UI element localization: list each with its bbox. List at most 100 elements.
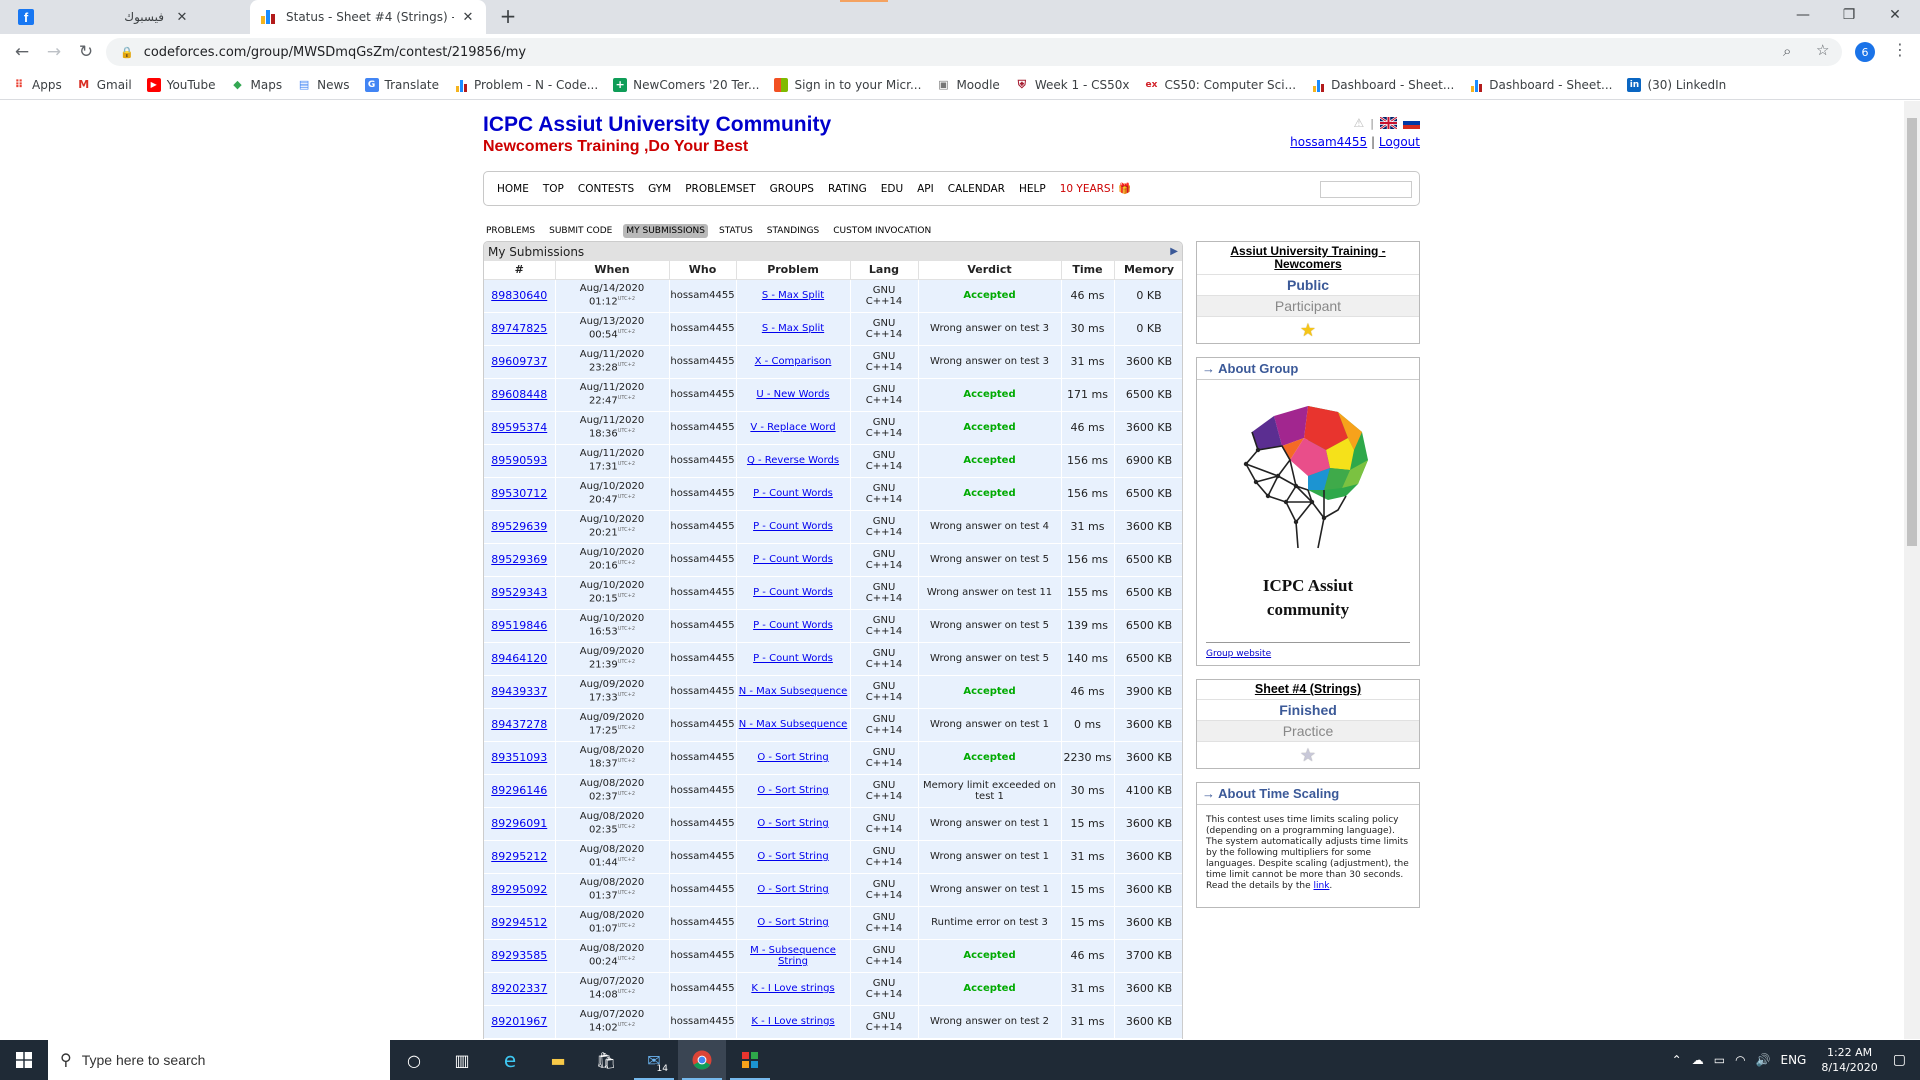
file-explorer-icon[interactable]: ▬: [534, 1040, 582, 1080]
submission-id-link[interactable]: 89351093: [491, 751, 547, 764]
problem-link[interactable]: K - I Love strings: [751, 1016, 834, 1027]
back-button[interactable]: ←: [10, 40, 34, 64]
bookmark-maps[interactable]: ◆ Maps: [231, 78, 282, 92]
bookmark-problem-n[interactable]: Problem - N - Code...: [454, 78, 598, 92]
site-search-input[interactable]: [1320, 181, 1412, 198]
problem-link[interactable]: P - Count Words: [753, 620, 833, 631]
submission-id-link[interactable]: 89608448: [491, 388, 547, 401]
maximize-button[interactable]: ❐: [1826, 0, 1872, 30]
zoom-icon[interactable]: ⌕: [1783, 42, 1791, 60]
submission-id-link[interactable]: 89202337: [491, 982, 547, 995]
problem-link[interactable]: V - Replace Word: [750, 422, 835, 433]
favourite-star-icon[interactable]: ★: [1197, 317, 1419, 343]
taskbar-search[interactable]: ⚲ Type here to search: [48, 1040, 390, 1080]
expand-triangle-icon[interactable]: ▶: [1170, 246, 1178, 257]
menu-edu[interactable]: EDU: [881, 183, 903, 195]
profile-avatar[interactable]: 6: [1855, 42, 1875, 62]
network-icon[interactable]: ◠: [1735, 1053, 1745, 1067]
cortana-icon[interactable]: ○: [390, 1040, 438, 1080]
tab-codeforces[interactable]: Status - Sheet #4 (Strings) - Codeforces…: [250, 0, 486, 34]
problem-link[interactable]: O - Sort String: [757, 785, 828, 796]
submission-id-link[interactable]: 89529639: [491, 520, 547, 533]
submission-id-link[interactable]: 89529343: [491, 586, 547, 599]
problem-link[interactable]: Q - Reverse Words: [747, 455, 839, 466]
bookmark-star-icon[interactable]: ☆: [1816, 41, 1829, 59]
bookmark-dashboard-2[interactable]: Dashboard - Sheet...: [1469, 78, 1612, 92]
problem-link[interactable]: P - Count Words: [753, 488, 833, 499]
menu-groups[interactable]: GROUPS: [770, 183, 814, 195]
submission-id-link[interactable]: 89519846: [491, 619, 547, 632]
problem-link[interactable]: M - Subsequence String: [750, 945, 836, 967]
start-button[interactable]: [0, 1040, 48, 1080]
address-bar[interactable]: 🔒: [106, 38, 1842, 66]
menu-10-years[interactable]: 10 YEARS! 🎁: [1060, 182, 1132, 195]
problem-link[interactable]: U - New Words: [756, 389, 829, 400]
url-input[interactable]: [143, 44, 1444, 60]
submission-id-link[interactable]: 89201967: [491, 1015, 547, 1028]
submission-id-link[interactable]: 89295092: [491, 883, 547, 896]
problem-link[interactable]: O - Sort String: [757, 818, 828, 829]
mail-icon[interactable]: ✉ 14: [630, 1040, 678, 1080]
chrome-menu-icon[interactable]: ⋮: [1892, 40, 1908, 59]
language-indicator[interactable]: ENG: [1781, 1053, 1807, 1067]
close-tab-icon[interactable]: ✕: [174, 10, 190, 25]
bookmark-translate[interactable]: G Translate: [364, 77, 439, 92]
favourite-star-icon[interactable]: ★: [1197, 742, 1419, 768]
bookmark-apps[interactable]: ⠿ Apps: [12, 78, 62, 92]
problem-link[interactable]: X - Comparison: [755, 356, 832, 367]
edge-icon[interactable]: e: [486, 1040, 534, 1080]
forward-button[interactable]: →: [42, 40, 66, 64]
subtab-my-submissions[interactable]: MY SUBMISSIONS: [623, 224, 709, 238]
office-app-icon[interactable]: [726, 1040, 774, 1080]
onedrive-icon[interactable]: ☁: [1692, 1053, 1704, 1067]
problem-link[interactable]: S - Max Split: [762, 323, 824, 334]
problem-link[interactable]: P - Count Words: [753, 653, 833, 664]
minimize-button[interactable]: —: [1780, 0, 1826, 30]
submission-id-link[interactable]: 89530712: [491, 487, 547, 500]
close-tab-icon[interactable]: ✕: [460, 10, 476, 25]
store-icon[interactable]: 🛍: [582, 1040, 630, 1080]
menu-api[interactable]: API: [917, 183, 934, 195]
reload-button[interactable]: ↻: [74, 40, 98, 64]
problem-link[interactable]: K - I Love strings: [751, 983, 834, 994]
problem-link[interactable]: O - Sort String: [757, 917, 828, 928]
russia-flag-icon[interactable]: [1403, 117, 1420, 129]
problem-link[interactable]: O - Sort String: [757, 851, 828, 862]
bookmark-week1-cs50x[interactable]: ⛨ Week 1 - CS50x: [1015, 78, 1130, 92]
bookmark-youtube[interactable]: ▶ YouTube: [146, 77, 216, 92]
site-title[interactable]: ICPC Assiut University Community: [483, 113, 831, 137]
menu-gym[interactable]: GYM: [648, 183, 671, 195]
problem-link[interactable]: S - Max Split: [762, 290, 824, 301]
menu-help[interactable]: HELP: [1019, 183, 1046, 195]
new-tab-button[interactable]: +: [496, 5, 520, 29]
bookmark-moodle[interactable]: ▣ Moodle: [936, 78, 1000, 92]
chrome-icon[interactable]: [678, 1040, 726, 1080]
bookmark-gmail[interactable]: M Gmail: [77, 78, 132, 92]
submission-id-link[interactable]: 89529369: [491, 553, 547, 566]
bookmark-linkedin[interactable]: in (30) LinkedIn: [1627, 77, 1726, 92]
bookmark-cs50-computer-science[interactable]: ex CS50: Computer Sci...: [1144, 78, 1297, 92]
bookmark-newcomers[interactable]: + NewComers '20 Ter...: [613, 77, 759, 92]
problem-link[interactable]: P - Count Words: [753, 521, 833, 532]
problem-link[interactable]: O - Sort String: [757, 884, 828, 895]
submission-id-link[interactable]: 89296091: [491, 817, 547, 830]
bookmark-microsoft[interactable]: Sign in to your Micr...: [774, 77, 921, 92]
submission-id-link[interactable]: 89293585: [491, 949, 547, 962]
tab-facebook[interactable]: f فيسبوك ✕: [8, 0, 200, 34]
time-scaling-link[interactable]: link: [1313, 881, 1329, 891]
submission-id-link[interactable]: 89296146: [491, 784, 547, 797]
bell-icon[interactable]: ⚠: [1354, 116, 1365, 130]
problem-link[interactable]: N - Max Subsequence: [739, 719, 848, 730]
close-window-button[interactable]: ✕: [1872, 0, 1918, 30]
subtab-custom-invocation[interactable]: CUSTOM INVOCATION: [830, 224, 934, 238]
menu-contests[interactable]: CONTESTS: [578, 183, 634, 195]
submission-id-link[interactable]: 89294512: [491, 916, 547, 929]
menu-top[interactable]: TOP: [543, 183, 564, 195]
bookmark-news[interactable]: ▤ News: [297, 78, 350, 92]
group-website-link[interactable]: Group website: [1206, 649, 1271, 659]
subtab-standings[interactable]: STANDINGS: [764, 224, 822, 238]
task-view-icon[interactable]: ▥: [438, 1040, 486, 1080]
user-profile-link[interactable]: hossam4455: [1290, 135, 1367, 149]
contest-title-link[interactable]: Assiut University Training - Newcomers: [1197, 242, 1419, 275]
menu-rating[interactable]: RATING: [828, 183, 867, 195]
